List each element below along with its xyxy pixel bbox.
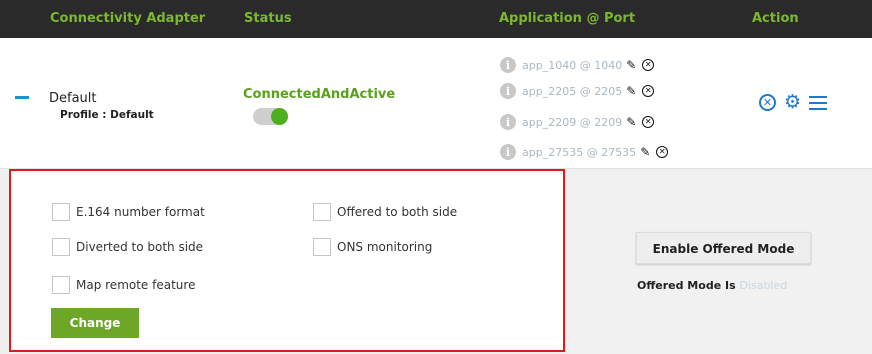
option-label: Offered to both side	[337, 205, 458, 219]
option-label: Diverted to both side	[76, 240, 204, 254]
checkbox[interactable]	[52, 238, 70, 256]
app-port-text: app_2209 @ 2209	[522, 115, 623, 129]
info-icon[interactable]: i	[500, 144, 516, 160]
checkbox[interactable]	[52, 276, 70, 294]
offered-status-value: Disabled	[739, 279, 788, 292]
option-ons-monitoring[interactable]: ONS monitoring	[313, 238, 432, 256]
app-port-text: app_27535 @ 27535	[522, 145, 637, 159]
action-icons: ✕ ⚙	[759, 93, 828, 112]
close-circle-icon[interactable]: ✕	[642, 59, 655, 71]
checkbox[interactable]	[313, 238, 331, 256]
option-label: E.164 number format	[76, 205, 205, 219]
info-icon[interactable]: i	[500, 57, 516, 73]
option-diverted-both[interactable]: Diverted to both side	[52, 238, 203, 256]
close-circle-icon[interactable]: ✕	[642, 116, 655, 128]
header-status: Status	[244, 11, 292, 26]
offered-status-prefix: Offered Mode Is	[637, 279, 740, 292]
checkbox[interactable]	[313, 203, 331, 221]
gear-icon[interactable]: ⚙	[784, 93, 801, 112]
header-connectivity-adapter: Connectivity Adapter	[50, 11, 206, 26]
info-icon[interactable]: i	[500, 83, 516, 99]
info-icon[interactable]: i	[500, 114, 516, 130]
pencil-icon[interactable]: ✎	[640, 145, 650, 159]
enable-offered-mode-button[interactable]: Enable Offered Mode	[636, 232, 811, 264]
toggle-knob	[271, 108, 288, 125]
close-circle-icon[interactable]: ✕	[656, 146, 669, 158]
app-row: i app_27535 @ 27535 ✎ ✕	[500, 143, 669, 161]
pencil-icon[interactable]: ✎	[626, 115, 636, 129]
adapter-name: Default	[49, 91, 97, 106]
table-row	[0, 38, 872, 169]
offered-mode-status: Offered Mode Is Disabled	[637, 279, 787, 292]
change-button[interactable]: Change	[51, 308, 139, 338]
pencil-icon[interactable]: ✎	[626, 84, 636, 98]
app-row: i app_2209 @ 2209 ✎ ✕	[500, 113, 655, 131]
header-application-port: Application @ Port	[499, 11, 636, 26]
option-label: Map remote feature	[76, 278, 196, 292]
option-e164[interactable]: E.164 number format	[52, 203, 205, 221]
pencil-icon[interactable]: ✎	[626, 58, 636, 72]
menu-icon[interactable]	[809, 95, 828, 110]
status-toggle[interactable]	[253, 108, 288, 125]
table-header: Connectivity Adapter Status Application …	[0, 0, 872, 38]
checkbox[interactable]	[52, 203, 70, 221]
header-action: Action	[752, 11, 799, 26]
app-port-text: app_2205 @ 2205	[522, 84, 623, 98]
status-text: ConnectedAndActive	[243, 87, 396, 102]
close-circle-icon[interactable]: ✕	[759, 94, 776, 111]
adapter-profile: Profile : Default	[60, 109, 154, 121]
option-label: ONS monitoring	[337, 240, 433, 254]
app-row: i app_2205 @ 2205 ✎ ✕	[500, 82, 655, 100]
app-row: i app_1040 @ 1040 ✎ ✕	[500, 56, 655, 74]
close-circle-icon[interactable]: ✕	[642, 85, 655, 97]
option-map-remote[interactable]: Map remote feature	[52, 276, 195, 294]
app-port-text: app_1040 @ 1040	[522, 58, 623, 72]
collapse-row-button[interactable]	[15, 96, 29, 99]
option-offered-both[interactable]: Offered to both side	[313, 203, 457, 221]
